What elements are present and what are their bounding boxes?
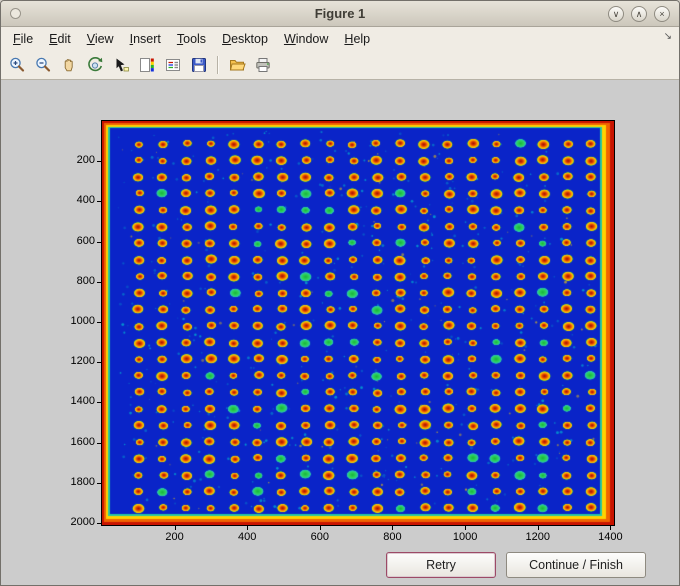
y-tick-mark (97, 241, 101, 243)
continue-finish-button[interactable]: Continue / Finish (506, 552, 646, 578)
figure-window: Figure 1 ∨ ∧ × File Edit View Insert Too… (0, 0, 680, 586)
hand-pan-icon (64, 58, 73, 71)
y-tick-label: 1000 (70, 314, 95, 327)
plate-image[interactable] (102, 121, 614, 525)
figure-canvas-area: Retry Continue / Finish 200 400 600 800 1000… (1, 80, 679, 585)
shade-button[interactable]: ∨ (608, 5, 624, 22)
x-tick-label: 400 (238, 531, 257, 543)
y-tick-mark (97, 161, 101, 163)
legend-icon (165, 58, 180, 71)
x-tick-label: 1200 (525, 531, 550, 543)
y-tick-mark (97, 362, 101, 364)
x-tick-label: 600 (310, 531, 330, 543)
x-tick-mark (319, 526, 321, 530)
y-tick-mark (97, 321, 101, 323)
menubar: File Edit View Insert Tools Desktop Wind… (1, 27, 679, 50)
y-tick-label: 1200 (70, 355, 95, 368)
zoom-out-icon (35, 57, 50, 72)
colorbar-icon (139, 57, 154, 72)
y-tick-label: 1400 (70, 395, 95, 408)
x-tick-label: 800 (383, 531, 402, 543)
y-tick-label: 1800 (70, 475, 95, 488)
rotate-3d-icon (87, 56, 102, 71)
x-tick-mark (610, 526, 612, 530)
toolbar (1, 50, 679, 80)
y-tick-mark (97, 402, 101, 404)
titlebar: Figure 1 ∨ ∧ × (1, 1, 679, 27)
save-button[interactable] (187, 53, 210, 76)
menu-edit[interactable]: Edit (41, 29, 79, 49)
menu-window[interactable]: Window (276, 29, 336, 49)
y-tick-label: 200 (76, 154, 95, 167)
window-title: Figure 1 (314, 6, 366, 21)
y-tick-label: 400 (76, 194, 95, 207)
insert-legend-button[interactable] (161, 53, 184, 76)
y-tick-mark (97, 442, 101, 444)
data-cursor-icon (116, 58, 129, 71)
x-tick-label: 1400 (598, 531, 623, 543)
menu-overflow-icon[interactable]: ↘ (664, 31, 672, 42)
menu-tools[interactable]: Tools (169, 29, 214, 49)
insert-colorbar-button[interactable] (135, 53, 158, 76)
x-tick-mark (537, 526, 539, 530)
y-tick-label: 1600 (70, 435, 95, 448)
x-tick-mark (465, 526, 467, 530)
rotate-3d-button[interactable] (83, 53, 106, 76)
y-tick-label: 800 (76, 274, 95, 287)
close-button[interactable]: × (654, 5, 670, 22)
y-tick-mark (97, 201, 101, 203)
zoom-in-icon (9, 57, 24, 72)
y-tick-mark (97, 281, 101, 283)
y-tick-label: 2000 (70, 515, 95, 528)
x-tick-label: 1000 (452, 531, 478, 543)
pan-button[interactable] (57, 53, 80, 76)
maximize-button[interactable]: ∧ (631, 5, 647, 22)
data-cursor-button[interactable] (109, 53, 132, 76)
toolbar-separator (217, 55, 218, 74)
menu-desktop[interactable]: Desktop (214, 29, 276, 49)
menu-help[interactable]: Help (336, 29, 378, 49)
save-floppy-icon (191, 57, 206, 72)
window-controls: ∨ ∧ × (608, 5, 670, 22)
open-file-button[interactable] (225, 53, 248, 76)
x-tick-label: 200 (165, 531, 184, 543)
x-tick-mark (392, 526, 394, 530)
x-tick-mark (174, 526, 176, 530)
open-folder-icon (229, 59, 246, 70)
x-tick-mark (247, 526, 249, 530)
plot-axes (101, 120, 615, 526)
menu-file[interactable]: File (5, 29, 41, 49)
printer-icon (255, 57, 270, 72)
retry-button[interactable]: Retry (386, 552, 496, 578)
zoom-out-button[interactable] (31, 53, 54, 76)
y-tick-mark (97, 522, 101, 524)
y-tick-label: 600 (76, 234, 95, 247)
y-tick-mark (97, 482, 101, 484)
menu-view[interactable]: View (79, 29, 122, 49)
print-button[interactable] (251, 53, 274, 76)
menu-insert[interactable]: Insert (122, 29, 169, 49)
zoom-in-button[interactable] (5, 53, 28, 76)
